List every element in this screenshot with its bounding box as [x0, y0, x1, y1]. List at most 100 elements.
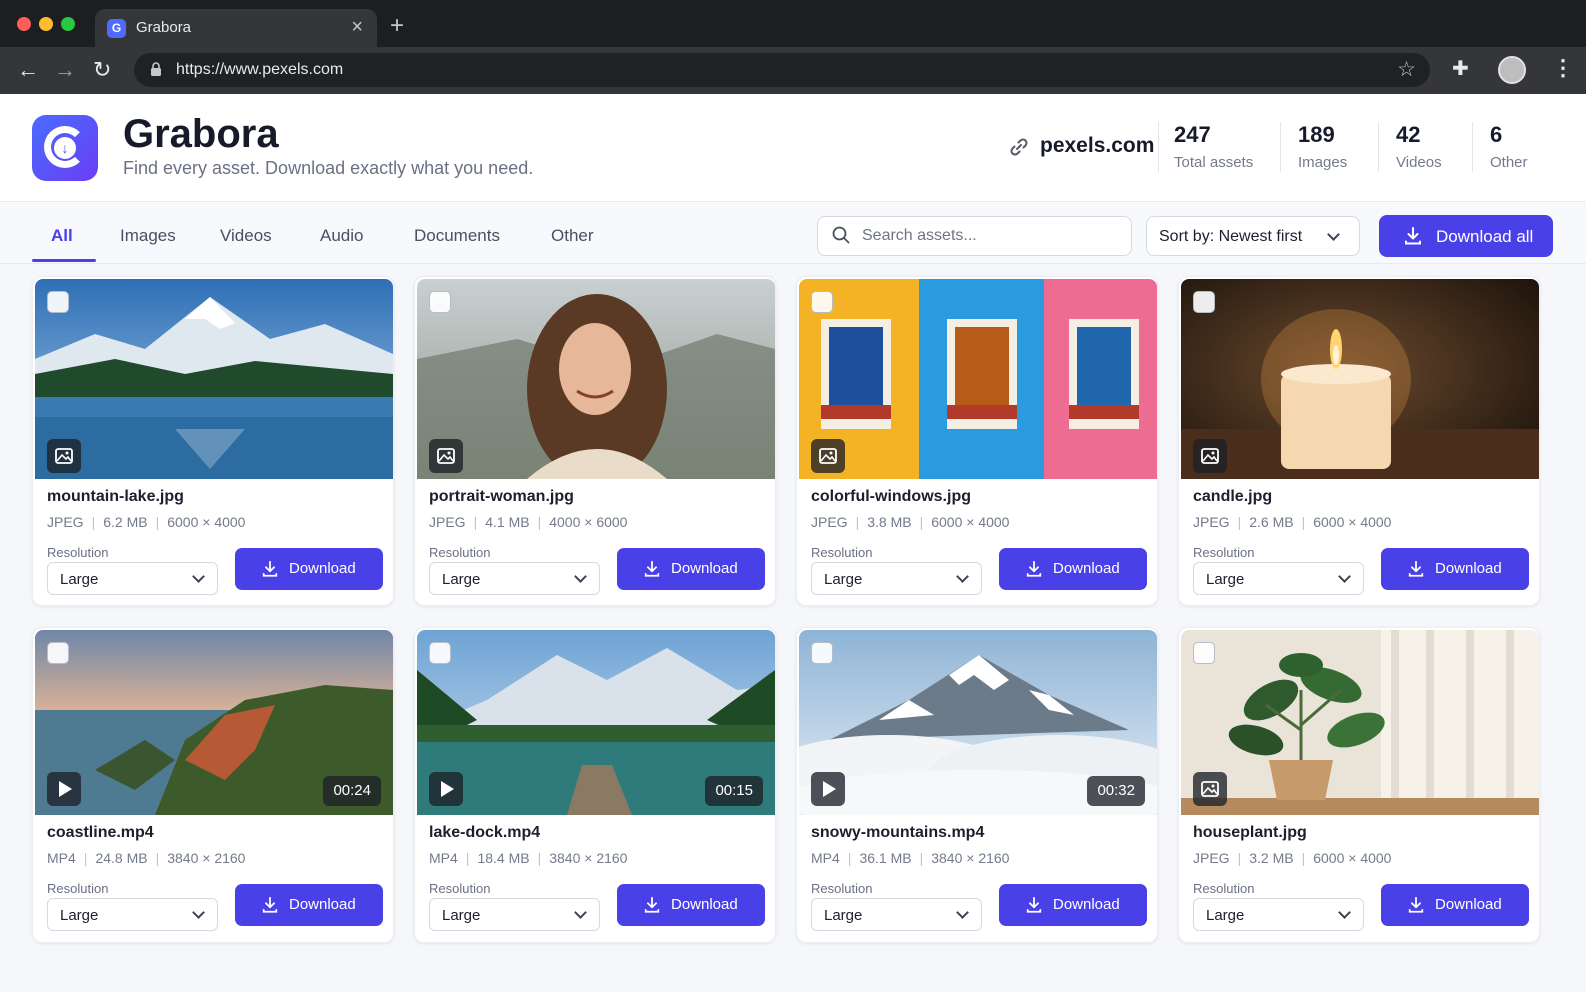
search-input[interactable]: [862, 217, 1122, 255]
download-icon: [262, 560, 278, 577]
thumbnail[interactable]: 00:15: [417, 630, 775, 815]
file-name: houseplant.jpg: [1193, 824, 1307, 841]
tab-other[interactable]: Other: [551, 226, 594, 246]
download-label: Download: [289, 560, 356, 577]
sort-label: Sort by: Newest first: [1159, 228, 1303, 245]
sort-dropdown[interactable]: Sort by: Newest first: [1146, 216, 1360, 256]
portrait-woman-thumbnail: [417, 279, 775, 479]
resolution-select[interactable]: Large: [429, 898, 600, 931]
filter-bar: All Images Videos Audio Documents Other …: [0, 202, 1586, 264]
resolution-select[interactable]: Large: [1193, 898, 1364, 931]
thumbnail[interactable]: [1181, 630, 1539, 815]
file-dimensions: 6000 × 4000: [1313, 514, 1392, 530]
resolution-label: Resolution: [811, 545, 873, 560]
file-name: coastline.mp4: [47, 824, 154, 841]
file-format: MP4: [429, 850, 458, 866]
resolution-select[interactable]: Large: [47, 562, 218, 595]
resolution-select[interactable]: Large: [429, 562, 600, 595]
resolution-select[interactable]: Large: [811, 562, 982, 595]
download-button[interactable]: Download: [1381, 548, 1529, 590]
select-checkbox[interactable]: [429, 642, 451, 664]
play-icon: [47, 772, 81, 806]
thumbnail[interactable]: [417, 279, 775, 479]
browser-menu-icon[interactable]: ⋮: [1552, 55, 1574, 81]
source-site[interactable]: pexels.com: [1040, 134, 1154, 158]
thumbnail[interactable]: [35, 279, 393, 479]
thumbnail[interactable]: [799, 279, 1157, 479]
new-tab-icon[interactable]: +: [390, 12, 404, 40]
chevron-down-icon: [1338, 570, 1351, 583]
stat-images: 189 Images: [1298, 122, 1347, 174]
window-close-dot[interactable]: [17, 17, 31, 31]
chevron-down-icon: [956, 570, 969, 583]
chevron-down-icon: [192, 570, 205, 583]
resolution-value: Large: [60, 571, 99, 588]
bookmark-star-icon[interactable]: ☆: [1397, 57, 1416, 82]
asset-card: 00:32 snowy-mountains.mp4 MP4 | 36.1 MB | 38…: [796, 627, 1158, 943]
thumbnail[interactable]: 00:32: [799, 630, 1157, 815]
close-tab-icon[interactable]: ×: [351, 16, 363, 39]
file-size: 3.2 MB: [1249, 850, 1294, 866]
tab-documents[interactable]: Documents: [414, 226, 500, 246]
tab-audio[interactable]: Audio: [320, 226, 363, 246]
select-checkbox[interactable]: [811, 642, 833, 664]
stat-label: Total assets: [1174, 154, 1254, 171]
search-box: [817, 216, 1132, 256]
download-button[interactable]: Download: [235, 884, 383, 926]
back-arrow-icon[interactable]: ←: [17, 57, 39, 83]
stat-label: Other: [1490, 154, 1528, 171]
download-all-button[interactable]: Download all: [1379, 215, 1553, 257]
download-button[interactable]: Download: [999, 548, 1147, 590]
active-tab-indicator: [32, 259, 96, 262]
browser-tab[interactable]: G Grabora ×: [95, 9, 377, 47]
chevron-down-icon: [192, 906, 205, 919]
file-size: 24.8 MB: [95, 850, 148, 866]
select-checkbox[interactable]: [47, 642, 69, 664]
resolution-select[interactable]: Large: [47, 898, 218, 931]
resolution-select[interactable]: Large: [811, 898, 982, 931]
thumbnail[interactable]: 00:24: [35, 630, 393, 815]
address-bar[interactable]: https://www.pexels.com ☆: [134, 53, 1430, 87]
chevron-down-icon: [574, 906, 587, 919]
select-checkbox[interactable]: [1193, 642, 1215, 664]
window-zoom-dot[interactable]: [61, 17, 75, 31]
forward-arrow-icon[interactable]: →: [54, 57, 76, 83]
asset-card: mountain-lake.jpg JPEG | 6.2 MB | 6000 × 400…: [32, 276, 394, 606]
file-size: 36.1 MB: [859, 850, 912, 866]
select-checkbox[interactable]: [47, 291, 69, 313]
download-button[interactable]: Download: [617, 548, 765, 590]
download-button[interactable]: Download: [1381, 884, 1529, 926]
resolution-label: Resolution: [811, 881, 873, 896]
extensions-icon[interactable]: ✚: [1452, 56, 1469, 81]
download-button[interactable]: Download: [999, 884, 1147, 926]
select-checkbox[interactable]: [1193, 291, 1215, 313]
reload-icon[interactable]: ↻: [93, 57, 111, 83]
thumbnail[interactable]: [1181, 279, 1539, 479]
search-icon: [832, 226, 850, 244]
tab-videos[interactable]: Videos: [220, 226, 272, 246]
profile-avatar[interactable]: [1498, 56, 1526, 84]
window-minimize-dot[interactable]: [39, 17, 53, 31]
download-button[interactable]: Download: [617, 884, 765, 926]
download-button[interactable]: Download: [235, 548, 383, 590]
asset-card: houseplant.jpg JPEG | 3.2 MB | 6000 × 4000 R…: [1178, 627, 1540, 943]
file-name: candle.jpg: [1193, 488, 1273, 505]
resolution-select[interactable]: Large: [1193, 562, 1364, 595]
file-size: 6.2 MB: [103, 514, 148, 530]
file-dimensions: 3840 × 2160: [931, 850, 1010, 866]
chevron-down-icon: [1338, 906, 1351, 919]
download-label: Download: [671, 560, 738, 577]
select-checkbox[interactable]: [429, 291, 451, 313]
tab-images[interactable]: Images: [120, 226, 176, 246]
stat-videos: 42 Videos: [1396, 122, 1442, 174]
houseplant-thumbnail: [1181, 630, 1539, 815]
tab-all[interactable]: All: [51, 226, 73, 246]
download-label: Download: [1053, 896, 1120, 913]
file-format: JPEG: [1193, 514, 1230, 530]
resolution-value: Large: [1206, 907, 1245, 924]
file-meta: JPEG | 3.8 MB | 6000 × 4000: [811, 514, 1010, 530]
image-icon: [811, 439, 845, 473]
select-checkbox[interactable]: [811, 291, 833, 313]
stat-divider: [1158, 122, 1159, 172]
asset-card: 00:24 coastline.mp4 MP4 | 24.8 MB | 3840 × 2…: [32, 627, 394, 943]
